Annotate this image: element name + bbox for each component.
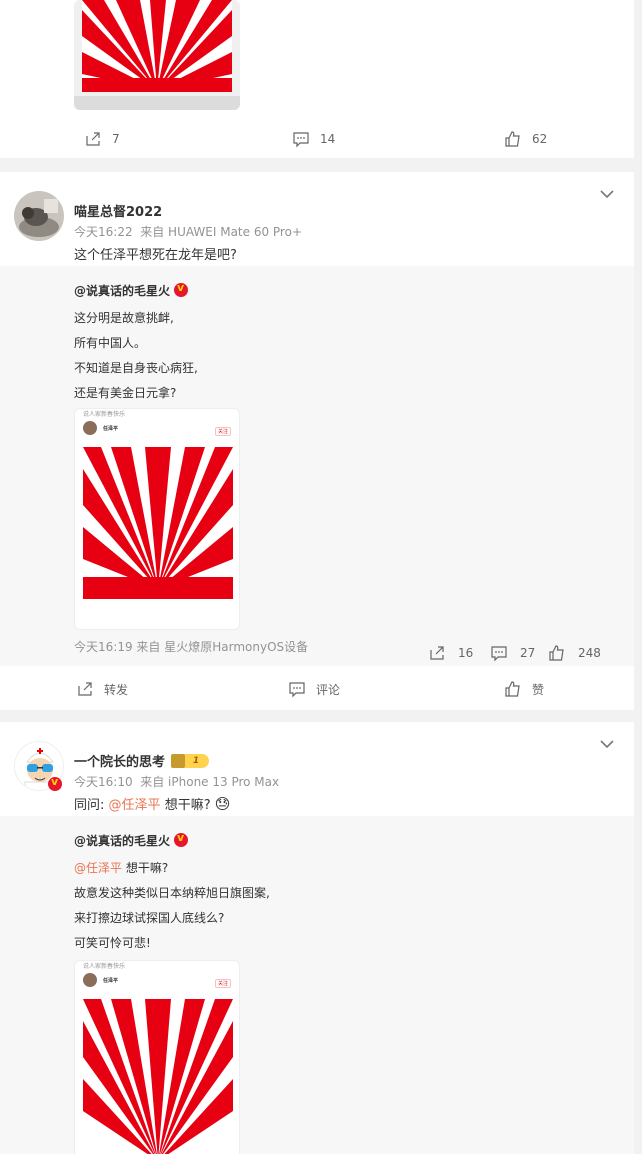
repost-line: 这分明是故意挑衅, xyxy=(74,311,174,325)
like-count: 62 xyxy=(532,132,548,146)
feed: 7 14 62 喵星总督2022 今天16:22 来自 HUAWEI Mate … xyxy=(0,0,642,1154)
sunburst-image xyxy=(83,447,233,599)
reposted-source: 来自 星火燎原HarmonyOS设备 xyxy=(136,640,309,654)
post-time[interactable]: 今天16:10 xyxy=(74,775,133,789)
reposted-meta: 今天16:19 来自 星火燎原HarmonyOS设备 xyxy=(74,638,308,655)
repost-line: 还是有美金日元拿? xyxy=(74,386,177,400)
avatar[interactable] xyxy=(14,191,64,241)
username-row: 一个院长的思考 1 xyxy=(74,751,210,770)
comment-label: 评论 xyxy=(316,682,341,697)
crown-badge-icon xyxy=(171,753,186,768)
repost-line: 所有中国人。 xyxy=(74,336,147,350)
repost-line: @任泽平 想干嘛? xyxy=(74,859,168,876)
comment-button[interactable]: 14 xyxy=(292,130,335,148)
comment-button[interactable]: 评论 xyxy=(288,680,340,698)
comment-count: 14 xyxy=(320,132,336,146)
like-button[interactable]: 62 xyxy=(504,130,547,148)
sweat-emoji-icon: 😓 xyxy=(214,795,231,813)
reposted-image[interactable]: 说人家新春快乐 任泽平 关注 xyxy=(74,408,240,630)
comment-icon xyxy=(293,132,309,148)
post-time[interactable]: 今天16:22 xyxy=(74,225,133,239)
post-source: 来自 HUAWEI Mate 60 Pro+ xyxy=(140,225,302,239)
post-meta: 今天16:10 来自 iPhone 13 Pro Max xyxy=(74,773,279,790)
reposted-repost-stat[interactable]: 16 xyxy=(428,644,473,662)
verified-badge-icon xyxy=(174,281,189,297)
reposted-comment-count: 27 xyxy=(520,646,536,660)
repost-line: 不知道是自身丧心病狂, xyxy=(74,361,198,375)
post-text-prefix: 同问: xyxy=(74,798,105,813)
post-image[interactable] xyxy=(74,0,240,110)
reposted-author[interactable]: @说真话的毛星火 xyxy=(74,831,189,849)
comment-icon xyxy=(289,682,305,698)
repost-count: 7 xyxy=(112,132,120,146)
chevron-down-icon[interactable] xyxy=(598,735,616,753)
reposted-author-name[interactable]: @说真话的毛星火 xyxy=(74,834,170,848)
post-card: 喵星总督2022 今天16:22 来自 HUAWEI Mate 60 Pro+ … xyxy=(0,172,634,710)
comment-icon xyxy=(491,646,507,662)
repost-button[interactable]: 转发 xyxy=(76,680,128,698)
post-card: 一个院长的思考 1 今天16:10 来自 iPhone 13 Pro Max 同… xyxy=(0,722,634,1154)
reposted-time[interactable]: 今天16:19 xyxy=(74,640,133,654)
post-source: 来自 iPhone 13 Pro Max xyxy=(140,775,280,789)
verified-badge-icon xyxy=(174,831,189,847)
repost-line-suffix: 想干嘛? xyxy=(125,861,169,875)
thumbs-up-icon xyxy=(549,645,564,661)
reposted-content[interactable]: @说真话的毛星火 这分明是故意挑衅, 所有中国人。 不知道是自身丧心病狂, 还是… xyxy=(0,266,634,666)
repost-icon xyxy=(86,132,100,146)
reposted-author[interactable]: @说真话的毛星火 xyxy=(74,281,189,299)
thumbs-up-icon xyxy=(505,131,520,147)
level-badge: 1 xyxy=(183,753,210,768)
repost-button[interactable]: 7 xyxy=(84,130,120,148)
post-text: 这个任泽平想死在龙年是吧? xyxy=(74,248,237,263)
repost-line: 故意发这种类似日本纳粹旭日旗图案, xyxy=(74,886,270,900)
repost-icon xyxy=(430,646,444,660)
reposted-like-count: 248 xyxy=(578,646,601,660)
username[interactable]: 一个院长的思考 xyxy=(74,751,165,770)
reposted-author-name[interactable]: @说真话的毛星火 xyxy=(74,284,170,298)
mention-link[interactable]: @任泽平 xyxy=(109,798,161,813)
post-text-suffix: 想干嘛? xyxy=(164,798,211,813)
mention-link[interactable]: @任泽平 xyxy=(74,861,122,875)
post-meta: 今天16:22 来自 HUAWEI Mate 60 Pro+ xyxy=(74,223,302,240)
repost-line: 来打擦边球试探国人底线么? xyxy=(74,911,225,925)
reposted-content[interactable]: @说真话的毛星火 @任泽平 想干嘛? 故意发这种类似日本纳粹旭日旗图案, 来打擦… xyxy=(0,816,634,1154)
repost-line: 可笑可怜可悲! xyxy=(74,936,151,950)
repost-icon xyxy=(78,682,92,696)
reposted-repost-count: 16 xyxy=(458,646,474,660)
reposted-comment-stat[interactable]: 27 xyxy=(490,644,535,662)
like-button[interactable]: 赞 xyxy=(504,680,544,698)
sunburst-image xyxy=(83,999,233,1154)
post-card: 7 14 62 xyxy=(0,0,634,158)
repost-label: 转发 xyxy=(104,682,129,697)
thumbs-up-icon xyxy=(505,681,520,697)
like-label: 赞 xyxy=(532,682,545,697)
post-text: 同问: @任泽平 想干嘛? 😓 xyxy=(74,794,230,813)
verified-badge-icon xyxy=(48,775,62,791)
cat-avatar-image xyxy=(14,191,64,241)
username[interactable]: 喵星总督2022 xyxy=(74,201,162,220)
reposted-like-stat[interactable]: 248 xyxy=(548,644,601,662)
sunburst-image xyxy=(74,0,240,110)
chevron-down-icon[interactable] xyxy=(598,185,616,203)
reposted-image[interactable]: 说人家新春快乐 任泽平 关注 xyxy=(74,960,240,1154)
